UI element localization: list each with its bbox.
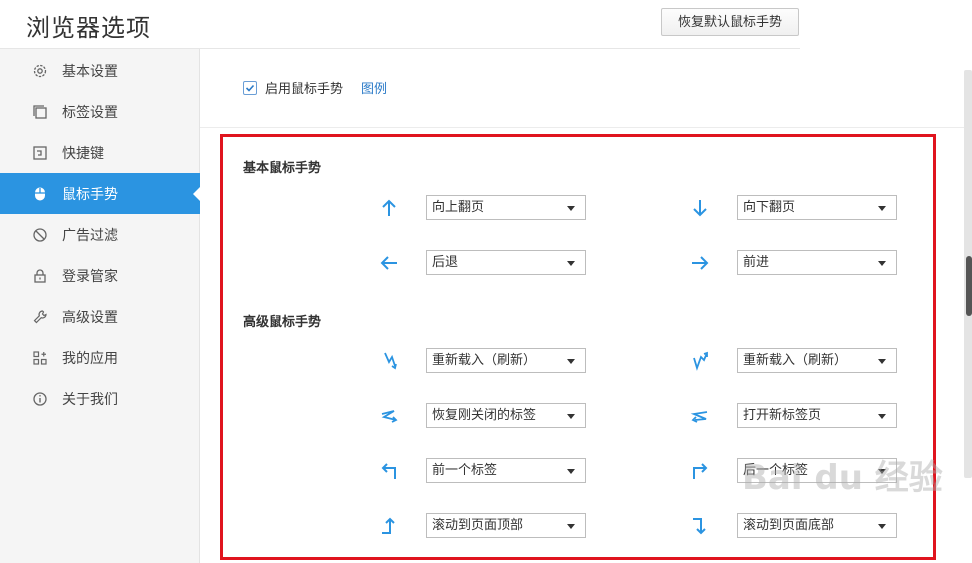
- enable-gestures-row: 启用鼠标手势 图例: [243, 78, 387, 97]
- chevron-down-icon: [878, 524, 886, 529]
- sidebar-item-label: 鼠标手势: [62, 186, 118, 203]
- sidebar-item-label: 标签设置: [62, 104, 118, 121]
- gesture-action-select[interactable]: 打开新标签页: [737, 403, 897, 428]
- select-value: 滚动到页面底部: [743, 518, 835, 533]
- chevron-down-icon: [567, 469, 575, 474]
- select-value: 打开新标签页: [743, 408, 822, 423]
- gear-icon: [32, 63, 48, 79]
- keyboard-icon: [32, 145, 48, 161]
- gesture-action-select[interactable]: 后一个标签: [737, 458, 897, 483]
- sidebar-item-label: 高级设置: [62, 309, 118, 326]
- gesture-action-select[interactable]: 前进: [737, 250, 897, 275]
- chevron-down-icon: [567, 261, 575, 266]
- content-divider: [200, 127, 972, 128]
- chevron-down-icon: [878, 469, 886, 474]
- left-arrow-icon: [376, 250, 402, 276]
- select-value: 滚动到页面顶部: [432, 518, 524, 533]
- chevron-down-icon: [567, 359, 575, 364]
- select-value: 后退: [432, 255, 459, 270]
- select-value: 后一个标签: [743, 463, 809, 478]
- chevron-down-icon: [878, 414, 886, 419]
- chevron-down-icon: [878, 261, 886, 266]
- scrollbar-thumb[interactable]: [966, 256, 972, 316]
- up-down-up-icon: [687, 348, 713, 374]
- gesture-action-select[interactable]: 前一个标签: [426, 458, 586, 483]
- sidebar-item-label: 基本设置: [62, 63, 118, 80]
- sidebar-item-label: 关于我们: [62, 391, 118, 408]
- up-right-icon: [687, 458, 713, 484]
- gesture-action-select[interactable]: 向下翻页: [737, 195, 897, 220]
- select-value: 向上翻页: [432, 200, 485, 215]
- sidebar-item-advanced-settings[interactable]: 高级设置: [0, 296, 200, 337]
- gesture-action-select[interactable]: 重新载入（刷新）: [737, 348, 897, 373]
- advanced-gestures-title: 高级鼠标手势: [243, 315, 322, 330]
- chevron-down-icon: [878, 206, 886, 211]
- sidebar-item-mouse-gestures[interactable]: 鼠标手势: [0, 173, 201, 214]
- gesture-action-select[interactable]: 重新载入（刷新）: [426, 348, 586, 373]
- select-value: 重新载入（刷新）: [432, 353, 537, 368]
- select-value: 向下翻页: [743, 200, 796, 215]
- chevron-down-icon: [878, 359, 886, 364]
- enable-gestures-label[interactable]: 启用鼠标手势: [265, 78, 343, 97]
- right-up-icon: [376, 513, 402, 539]
- right-arrow-icon: [687, 250, 713, 276]
- down-up-down-icon: [376, 348, 402, 374]
- gesture-action-select[interactable]: 滚动到页面顶部: [426, 513, 586, 538]
- wrench-icon: [32, 309, 48, 325]
- select-value: 前一个标签: [432, 463, 498, 478]
- down-arrow-icon: [687, 195, 713, 221]
- sidebar-item-about[interactable]: 关于我们: [0, 378, 200, 419]
- gesture-action-select[interactable]: 后退: [426, 250, 586, 275]
- basic-gestures-title: 基本鼠标手势: [243, 161, 322, 176]
- apps-icon: [32, 350, 48, 366]
- page-title: 浏览器选项: [26, 14, 151, 42]
- select-value: 前进: [743, 255, 770, 270]
- sidebar-item-shortcuts[interactable]: 快捷键: [0, 132, 200, 173]
- sidebar-item-tab-settings[interactable]: 标签设置: [0, 91, 200, 132]
- select-value: 恢复刚关闭的标签: [432, 408, 537, 423]
- sidebar-item-basic-settings[interactable]: 基本设置: [0, 50, 200, 91]
- block-icon: [32, 227, 48, 243]
- gesture-action-select[interactable]: 恢复刚关闭的标签: [426, 403, 586, 428]
- mouse-icon: [32, 186, 48, 202]
- up-left-icon: [376, 458, 402, 484]
- gesture-action-select[interactable]: 向上翻页: [426, 195, 586, 220]
- sidebar-item-label: 广告过滤: [62, 227, 118, 244]
- right-left-right-icon: [376, 403, 402, 429]
- lock-icon: [32, 268, 48, 284]
- right-down-icon: [687, 513, 713, 539]
- tabs-icon: [32, 104, 48, 120]
- chevron-down-icon: [567, 524, 575, 529]
- chevron-down-icon: [567, 206, 575, 211]
- legend-link[interactable]: 图例: [361, 78, 387, 97]
- sidebar-item-my-apps[interactable]: 我的应用: [0, 337, 200, 378]
- enable-gestures-checkbox[interactable]: [243, 80, 257, 95]
- sidebar-item-label: 快捷键: [62, 145, 104, 162]
- sidebar-item-login-manager[interactable]: 登录管家: [0, 255, 200, 296]
- info-icon: [32, 391, 48, 407]
- select-value: 重新载入（刷新）: [743, 353, 848, 368]
- sidebar-item-label: 我的应用: [62, 350, 118, 367]
- left-right-left-icon: [687, 403, 713, 429]
- sidebar: 基本设置 标签设置 快捷键 鼠标手势 广告过滤 登录管家 高级设置 我的应用 关…: [0, 49, 201, 563]
- restore-default-gestures-button[interactable]: 恢复默认鼠标手势: [661, 8, 799, 36]
- up-arrow-icon: [376, 195, 402, 221]
- sidebar-item-ad-filter[interactable]: 广告过滤: [0, 214, 200, 255]
- chevron-down-icon: [567, 414, 575, 419]
- sidebar-item-label: 登录管家: [62, 268, 118, 285]
- gesture-action-select[interactable]: 滚动到页面底部: [737, 513, 897, 538]
